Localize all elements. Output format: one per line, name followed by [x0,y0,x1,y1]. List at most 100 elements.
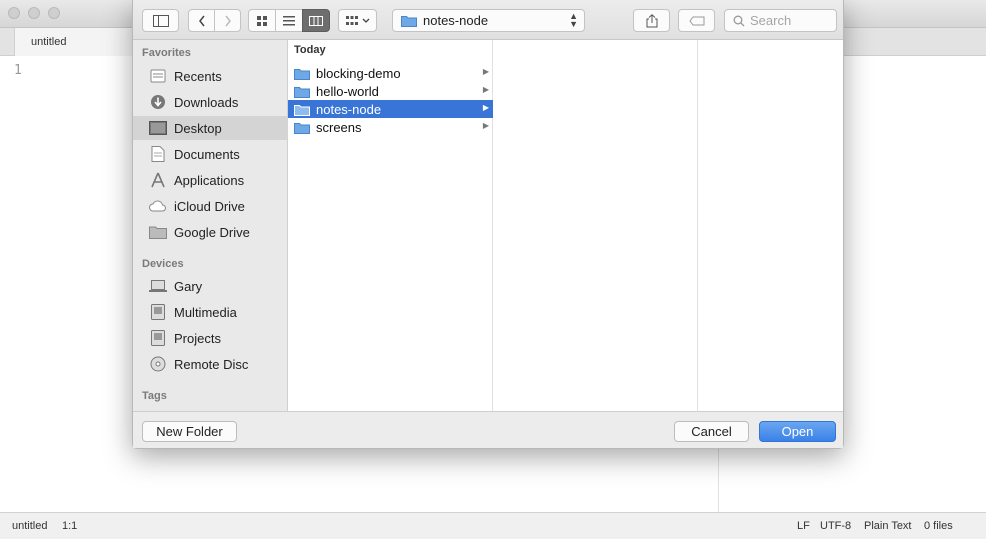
list-item[interactable]: blocking-demo ▶ [288,64,493,82]
download-icon [149,94,167,110]
desktop-icon [149,120,167,136]
clock-icon [149,68,167,84]
sidebar-item-label: Gary [174,278,203,294]
sidebar-item-google-drive[interactable]: Google Drive [133,220,288,244]
column-notes-node[interactable] [493,40,698,411]
sidebar-item-gary[interactable]: Gary [133,274,288,298]
cloud-icon [149,198,167,214]
line-number: 1 [14,63,22,78]
document-icon [149,146,167,162]
list-item[interactable]: notes-node ▶ [288,100,493,118]
folder-icon [401,16,417,27]
sidebar-item-label: Remote Disc [174,356,249,372]
sidebar-item-recents[interactable]: Recents [133,64,288,88]
sidebar-item-multimedia[interactable]: Multimedia [133,300,288,324]
back-button[interactable] [188,9,215,32]
icon-view-button[interactable] [248,9,276,32]
folder-icon [294,122,310,134]
share-button[interactable] [633,9,670,32]
item-label: notes-node [316,101,382,117]
search-field[interactable]: Search [724,9,837,32]
folder-icon [294,104,310,116]
chevron-right-icon [224,15,231,26]
chevron-down-icon [362,18,369,23]
item-label: screens [316,119,362,135]
dialog-sidebar: Favorites Recents Downloads Desktop Docu… [133,40,288,411]
applications-icon [149,172,167,188]
status-bar: untitled 1:1 LF UTF-8 Plain Text 0 files [0,512,986,539]
sidebar-item-downloads[interactable]: Downloads [133,90,288,114]
editor-tab[interactable]: untitled [14,28,144,56]
status-filename[interactable]: untitled [12,520,47,532]
dialog-footer: New Folder Cancel Open [133,411,843,448]
open-dialog: notes-node ▲ ▼ Search Favorites Recents D… [132,0,844,449]
cancel-button[interactable]: Cancel [674,421,749,442]
arrange-grid-icon [345,15,358,25]
sidebar-item-desktop[interactable]: Desktop [133,116,288,140]
open-button[interactable]: Open [759,421,836,442]
sidebar-item-icloud[interactable]: iCloud Drive [133,194,288,218]
chevron-left-icon [198,15,205,26]
close-window-button[interactable] [8,7,20,19]
sidebar-item-label: Projects [174,330,221,346]
zoom-window-button[interactable] [48,7,60,19]
favorites-heading: Favorites [142,47,191,59]
columns-icon [309,15,323,26]
grid-icon [257,15,267,26]
disclosure-arrow-icon: ▶ [482,121,489,130]
dialog-toolbar: notes-node ▲ ▼ Search [133,0,843,40]
share-icon [646,13,657,27]
status-encoding[interactable]: UTF-8 [820,520,851,532]
column-heading: Today [294,44,326,56]
column-view-button[interactable] [302,9,330,32]
sidebar-item-label: Recents [174,68,222,84]
folder-icon [149,224,167,240]
status-line-ending[interactable]: LF [797,520,810,532]
arrange-menu-button[interactable] [338,9,377,32]
path-label: notes-node [423,13,489,28]
sidebar-item-label: Desktop [174,120,222,136]
sidebar-item-label: Applications [174,172,245,188]
disclosure-arrow-icon: ▶ [482,85,489,94]
status-grammar[interactable]: Plain Text [864,520,912,532]
list-item[interactable]: screens ▶ [288,118,493,136]
sidebar-toggle-button[interactable] [142,9,179,32]
sidebar-item-label: Downloads [174,94,239,110]
devices-heading: Devices [142,258,184,270]
browser-columns: Today blocking-demo ▶ hello-world ▶ note… [288,40,843,411]
sidebar-item-label: Documents [174,146,240,162]
status-files[interactable]: 0 files [924,520,953,532]
forward-button[interactable] [214,9,241,32]
disclosure-arrow-icon: ▶ [482,103,489,112]
list-item[interactable]: hello-world ▶ [288,82,493,100]
drive-icon [149,304,167,320]
sidebar-item-applications[interactable]: Applications [133,168,288,192]
sidebar-item-label: Google Drive [174,224,250,240]
tags-heading: Tags [142,390,167,402]
sidebar-item-documents[interactable]: Documents [133,142,288,166]
updown-chevron-icon: ▲ ▼ [569,11,578,29]
sidebar-item-projects[interactable]: Projects [133,326,288,350]
new-folder-button[interactable]: New Folder [142,421,237,442]
folder-icon [294,68,310,80]
folder-icon [294,86,310,98]
sidebar-item-label: iCloud Drive [174,198,245,214]
sidebar-icon [152,14,169,27]
sidebar-item-label: Multimedia [174,304,237,320]
search-placeholder: Search [750,13,792,28]
tags-button[interactable] [678,9,715,32]
list-view-button[interactable] [275,9,303,32]
minimize-window-button[interactable] [28,7,40,19]
disclosure-arrow-icon: ▶ [482,67,489,76]
item-label: hello-world [316,83,379,99]
list-icon [283,15,295,25]
disc-icon [149,356,167,372]
search-icon [733,15,745,26]
tag-icon [688,16,704,25]
column-today: Today blocking-demo ▶ hello-world ▶ note… [288,40,493,411]
path-dropdown[interactable]: notes-node ▲ ▼ [392,9,585,32]
drive-icon [149,330,167,346]
status-cursor[interactable]: 1:1 [62,520,77,532]
sidebar-item-remote-disc[interactable]: Remote Disc [133,352,288,376]
laptop-icon [149,278,167,294]
